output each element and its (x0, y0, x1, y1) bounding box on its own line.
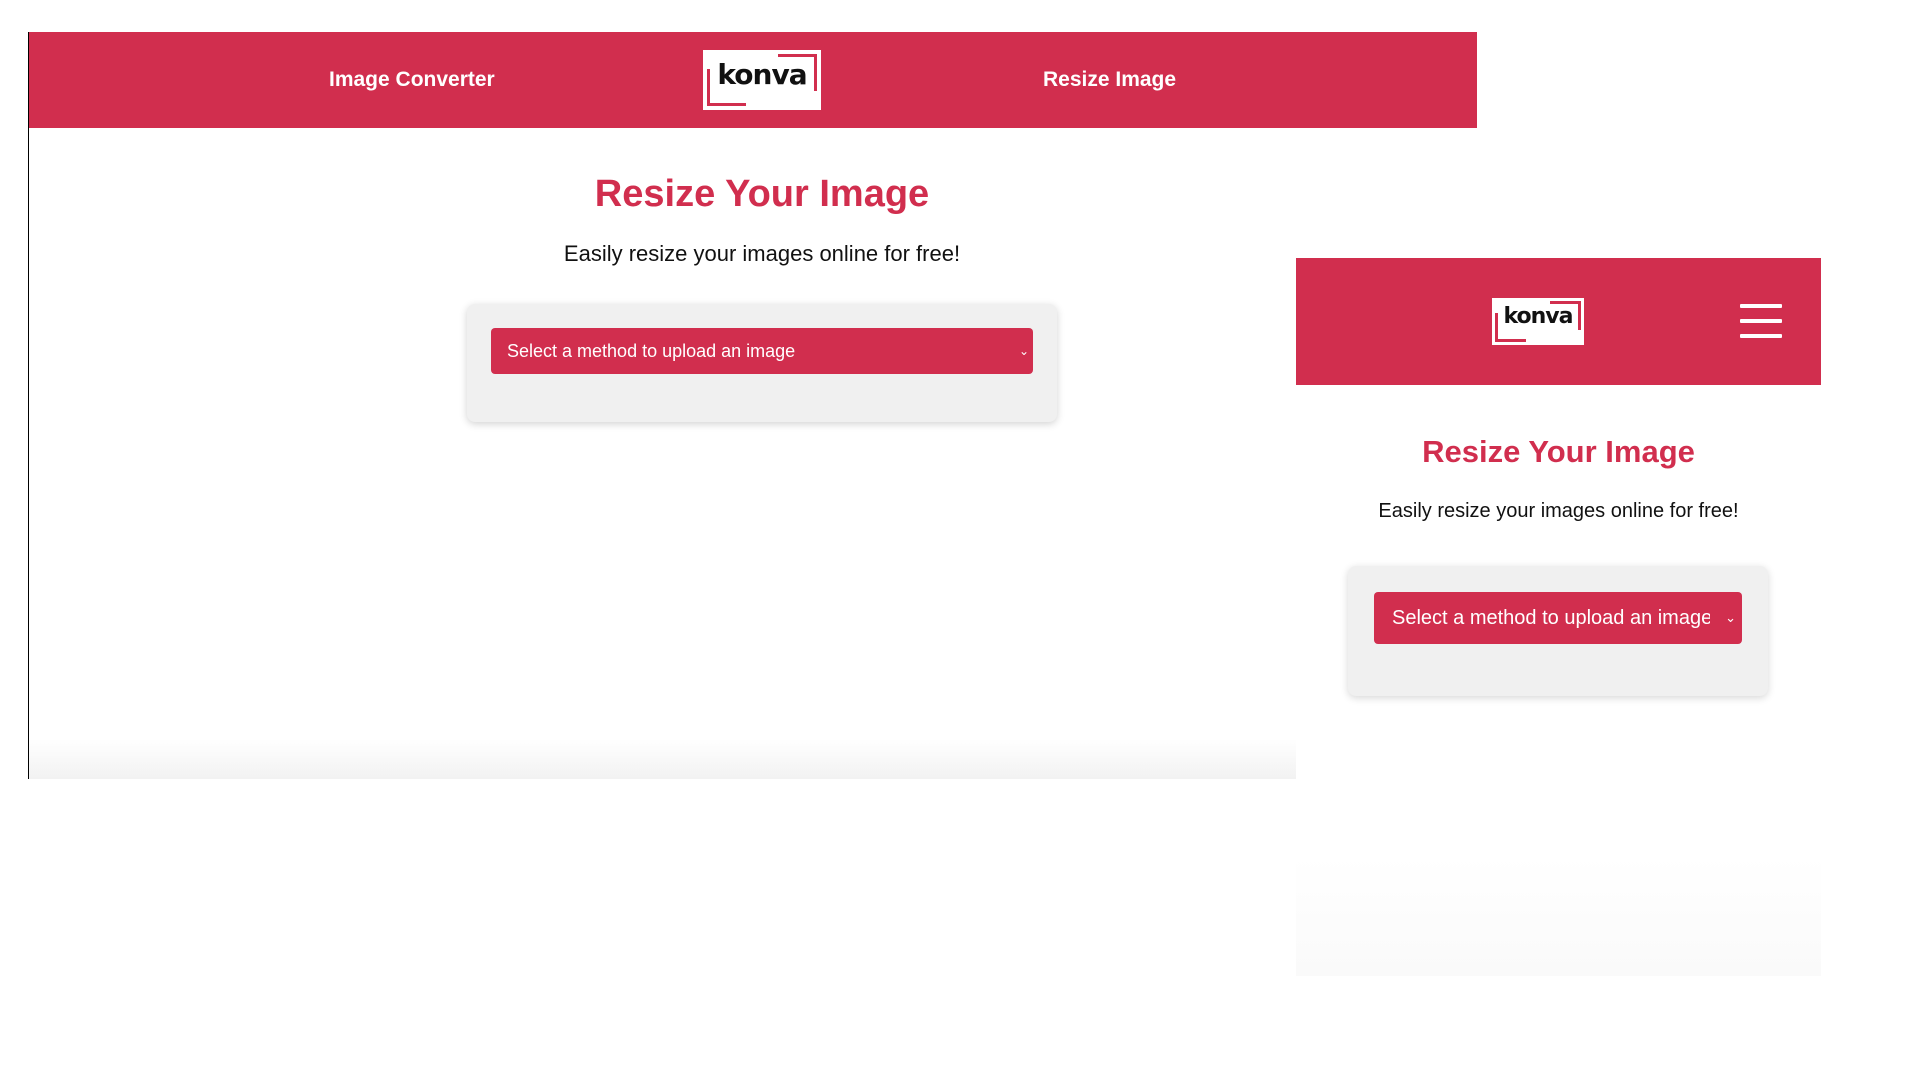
konva-logo[interactable]: konva (1492, 298, 1584, 345)
upload-method-select[interactable]: Select a method to upload an image ⌄ (1374, 592, 1742, 644)
nav-link-resize-image[interactable]: Resize Image (1043, 32, 1176, 128)
screenshot-stage: Image Converter konva Resize Image Resiz… (0, 0, 1920, 1080)
chevron-down-icon: ⌄ (1725, 610, 1736, 625)
mobile-view: konva Resize Your Image Easily resize yo… (1296, 258, 1821, 976)
hamburger-menu-icon[interactable] (1740, 304, 1782, 338)
konva-logo[interactable]: konva (703, 50, 821, 110)
upload-method-select-value: Select a method to upload an image (1392, 607, 1710, 629)
upload-method-select-value: Select a method to upload an image (507, 341, 796, 361)
logo-text: konva (717, 58, 807, 91)
desktop-navbar: Image Converter konva Resize Image (29, 32, 1477, 128)
menu-bar (1740, 304, 1782, 308)
page-subtitle: Easily resize your images online for fre… (1378, 500, 1739, 522)
menu-bar (1740, 319, 1782, 323)
chevron-down-icon: ⌄ (1018, 344, 1029, 358)
upload-card: Select a method to upload an image ⌄ (467, 304, 1057, 422)
bottom-fade (1296, 856, 1821, 976)
page-title: Resize Your Image (1422, 434, 1695, 469)
menu-bar (1740, 334, 1782, 338)
upload-method-select[interactable]: Select a method to upload an image ⌄ (491, 328, 1033, 374)
page-title: Resize Your Image (594, 173, 930, 215)
mobile-navbar: konva (1296, 258, 1821, 385)
upload-card: Select a method to upload an image ⌄ (1348, 566, 1768, 696)
desktop-view: Image Converter konva Resize Image Resiz… (28, 32, 1477, 779)
bottom-fade (29, 739, 1477, 779)
page-subtitle: Easily resize your images online for fre… (563, 241, 961, 266)
nav-link-image-converter[interactable]: Image Converter (329, 32, 495, 128)
logo-text: konva (1503, 304, 1573, 329)
